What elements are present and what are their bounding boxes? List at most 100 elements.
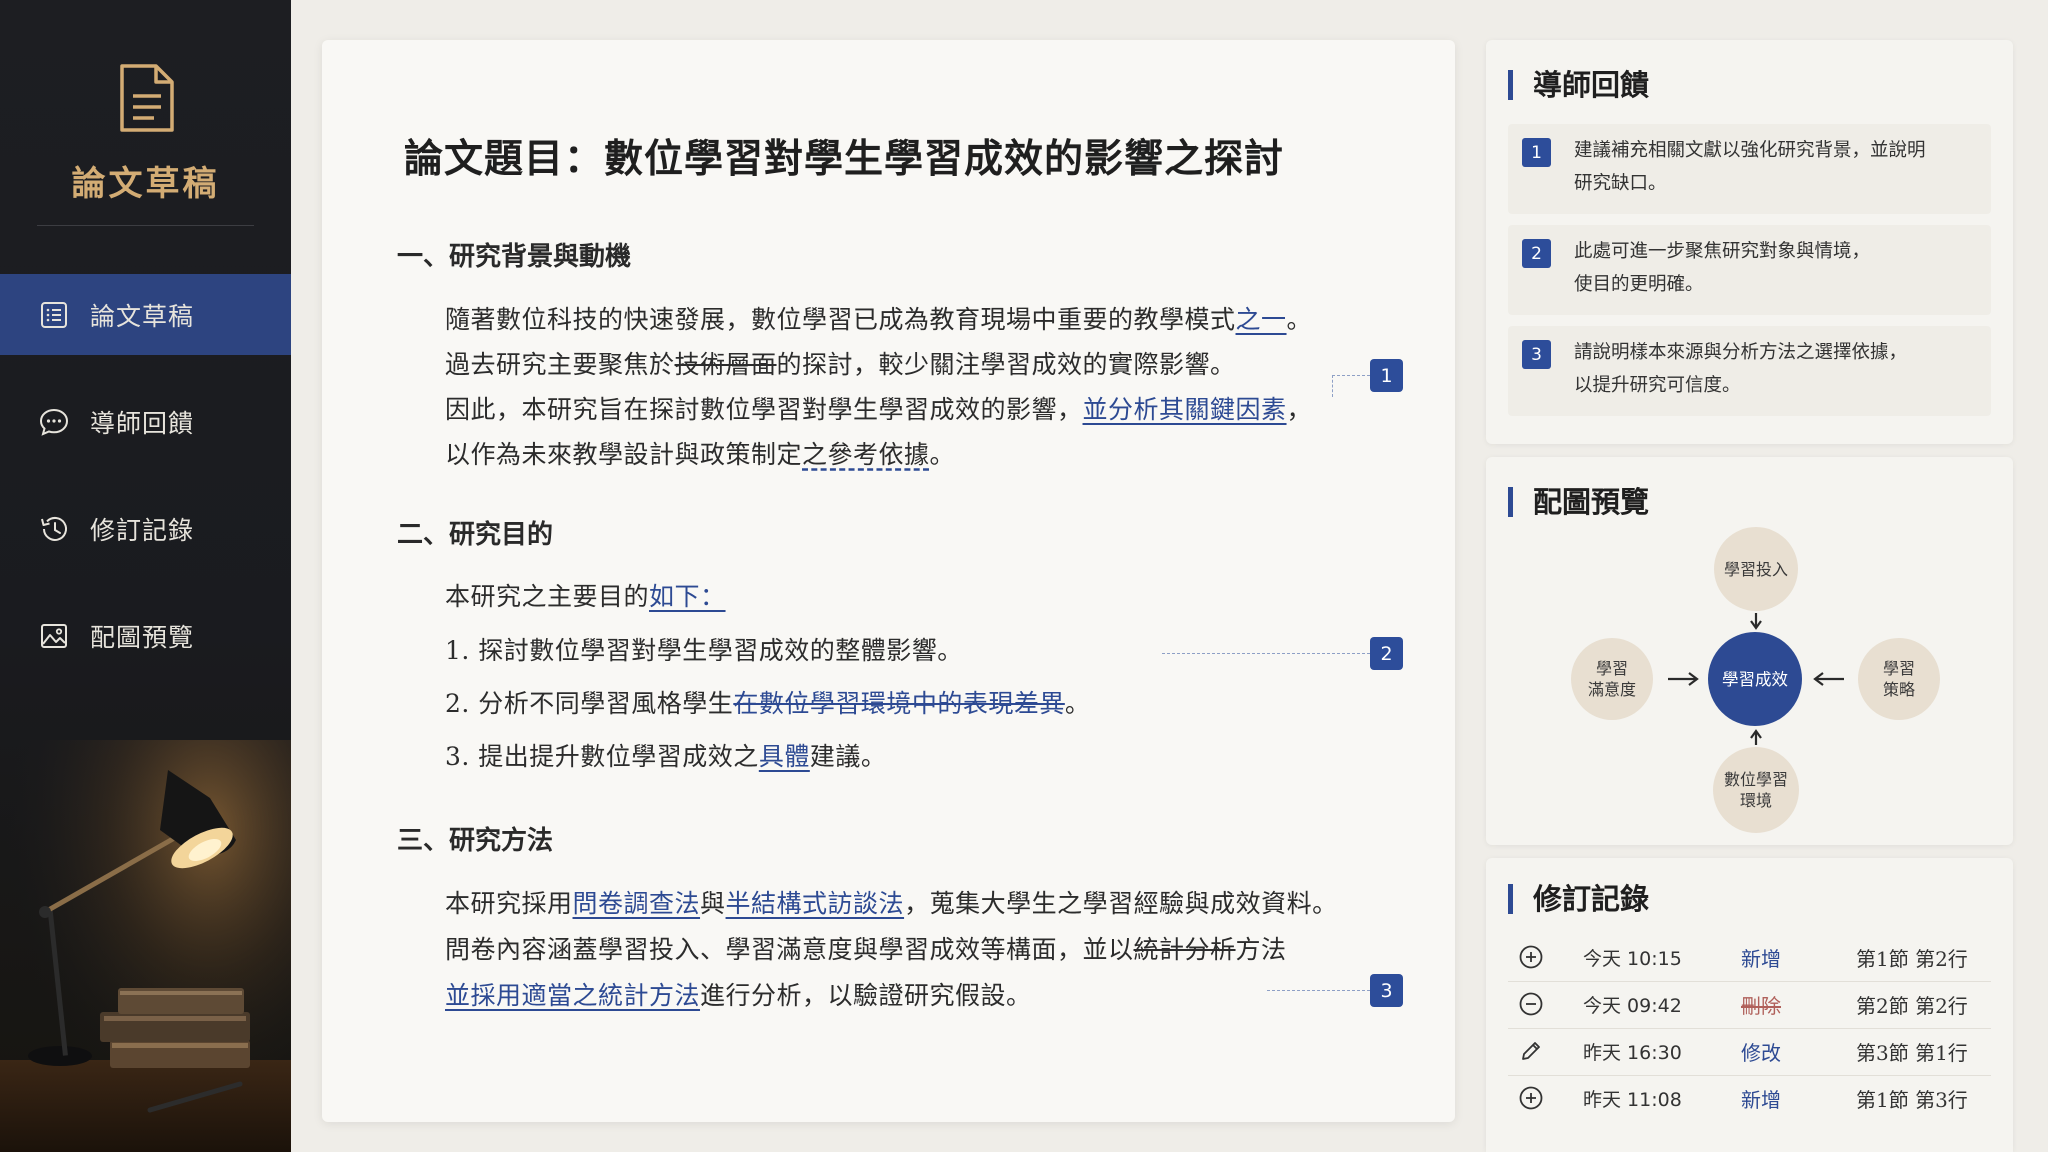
feedback-line: 研究缺口。 (1574, 173, 1667, 194)
revision-type: 新增 (1741, 1087, 1781, 1112)
sidebar: 論文草稿 論文草稿 導師回饋 修訂記錄 配圖預覽 (0, 0, 291, 1152)
inserted-text[interactable]: 如下： (649, 582, 726, 611)
inserted-text[interactable]: 問卷調查法 (573, 889, 701, 918)
comment-marker-2[interactable]: 2 (1370, 637, 1403, 670)
sidebar-item-label: 配圖預覽 (90, 622, 195, 652)
sidebar-item-feedback[interactable]: 導師回饋 (0, 381, 291, 462)
text-run: 本研究採用 (445, 889, 573, 918)
diagram-arrows (1668, 613, 1844, 745)
feedback-text: 建議補充相關文獻以強化研究背景，並說明 研究缺口。 (1574, 134, 1974, 200)
sidebar-item-history[interactable]: 修訂記錄 (0, 488, 291, 569)
text-run: 隨著數位科技的快速發展，數位學習已成為教育現場中重要的教學模式 (445, 305, 1236, 334)
text-run: 以作為未來教學設計與政策制定 (445, 440, 803, 469)
minus-circle-icon (1516, 989, 1546, 1019)
section-heading: 一、研究背景與動機 (397, 242, 632, 272)
revision-row[interactable]: 今天 09:42 刪除 第2節 第2行 (1508, 981, 1991, 1027)
feedback-line: 請說明樣本來源與分析方法之選擇依據， (1574, 342, 1908, 363)
feedback-number: 1 (1522, 138, 1551, 167)
text-run: 。 (1286, 305, 1313, 334)
revision-location: 第3節 第1行 (1856, 1040, 1968, 1065)
text-run: 方法 (1235, 935, 1287, 964)
comment-leader (1332, 375, 1333, 397)
image-icon (38, 620, 70, 652)
document-list-icon (38, 299, 70, 331)
paragraph-line[interactable]: 隨著數位科技的快速發展，數位學習已成為教育現場中重要的教學模式之一。 (445, 300, 1312, 336)
paragraph-line[interactable]: 過去研究主要聚焦於技術層面的探討，較少關注學習成效的實際影響。 (445, 345, 1236, 381)
document-page: 論文題目：數位學習對學生學習成效的影響之探討 一、研究背景與動機 隨著數位科技的… (322, 40, 1455, 1122)
text-run: 。 (929, 440, 956, 469)
panel-title: 導師回饋 (1508, 70, 1649, 100)
feedback-card[interactable]: 2 此處可進一步聚焦研究對象與情境， 使目的更明確。 (1508, 225, 1991, 315)
section-heading: 三、研究方法 (397, 826, 554, 856)
feedback-number: 2 (1522, 239, 1551, 268)
figure-preview-panel: 配圖預覽 學習投入 學習 滿意度 學習成效 學習 策略 數位學習 環境 (1486, 457, 2013, 845)
text-run: 過去研究主要聚焦於 (445, 350, 675, 379)
text-run: 本研究之主要目的 (445, 582, 650, 611)
revision-location: 第1節 第3行 (1856, 1087, 1968, 1112)
paragraph-line[interactable]: 因此，本研究旨在探討數位學習對學生學習成效的影響，並分析其關鍵因素， (445, 390, 1312, 426)
text-run: 建議。 (809, 742, 887, 771)
sidebar-item-label: 修訂記錄 (90, 515, 195, 545)
revision-type: 修改 (1741, 1040, 1781, 1065)
sidebar-item-label: 導師回饋 (90, 408, 195, 438)
paragraph-line[interactable]: 並採用適當之統計方法進行分析，以驗證研究假設。 (445, 976, 1032, 1012)
sidebar-item-draft[interactable]: 論文草稿 (0, 274, 291, 355)
inserted-text[interactable]: 具體 (759, 742, 810, 771)
text-run: 2. 分析不同學習風格學生 (445, 689, 734, 718)
history-icon (38, 513, 70, 545)
feedback-text: 此處可進一步聚焦研究對象與情境， 使目的更明確。 (1574, 235, 1974, 301)
revision-location: 第1節 第2行 (1856, 946, 1968, 971)
document-logo-icon (119, 64, 174, 132)
paragraph-line[interactable]: 本研究之主要目的如下： (445, 577, 726, 613)
revision-time: 今天 09:42 (1583, 994, 1682, 1017)
revision-time: 昨天 16:30 (1583, 1041, 1682, 1064)
paragraph-line[interactable]: 本研究採用問卷調查法與半結構式訪談法，蒐集大學生之學習經驗與成效資料。 (445, 884, 1338, 920)
inserted-text[interactable]: 並採用適當之統計方法 (445, 981, 700, 1010)
inserted-text[interactable]: 半結構式訪談法 (726, 889, 905, 918)
paragraph-line[interactable]: 以作為未來教學設計與政策制定之參考依據。 (445, 435, 955, 471)
feedback-text: 請說明樣本來源與分析方法之選擇依據， 以提升研究可信度。 (1574, 336, 1974, 402)
text-run: 問卷內容涵蓋學習投入、學習滿意度與學習成效等構面，並以 (445, 935, 1134, 964)
revision-row[interactable]: 昨天 16:30 修改 第3節 第1行 (1508, 1028, 1991, 1074)
brand: 論文草稿 (0, 62, 291, 205)
deleted-text[interactable]: 統計分析 (1134, 935, 1236, 964)
comment-leader (1332, 375, 1370, 376)
revision-time: 今天 10:15 (1583, 947, 1682, 970)
brand-title: 論文草稿 (71, 164, 220, 204)
comment-leader (1162, 653, 1370, 654)
list-item[interactable]: 2. 分析不同學習風格學生在數位學習環境中的表現差異。 (445, 684, 1090, 720)
paragraph-line[interactable]: 問卷內容涵蓋學習投入、學習滿意度與學習成效等構面，並以統計分析方法 (445, 930, 1287, 966)
chat-bubble-icon (38, 406, 70, 438)
sidebar-item-figures[interactable]: 配圖預覽 (0, 595, 291, 676)
deleted-text[interactable]: 技術層面 (675, 350, 777, 379)
feedback-card[interactable]: 3 請說明樣本來源與分析方法之選擇依據， 以提升研究可信度。 (1508, 326, 1991, 416)
comment-marker-1[interactable]: 1 (1370, 359, 1403, 392)
revision-row[interactable]: 今天 10:15 新增 第1節 第2行 (1508, 934, 1991, 980)
desk-lamp-illustration (0, 740, 291, 1152)
comment-marker-3[interactable]: 3 (1370, 974, 1403, 1007)
deleted-text[interactable]: 在數位學習環境中的表現差異 (733, 689, 1065, 718)
list-item[interactable]: 3. 提出提升數位學習成效之具體建議。 (445, 737, 886, 773)
text-run: ， (1286, 395, 1313, 424)
feedback-card[interactable]: 1 建議補充相關文獻以強化研究背景，並說明 研究缺口。 (1508, 124, 1991, 214)
sidebar-item-label: 論文草稿 (90, 301, 195, 331)
text-run: 。 (1064, 689, 1091, 718)
section-heading: 二、研究目的 (397, 520, 554, 550)
list-item[interactable]: 1. 探討數位學習對學生學習成效的整體影響。 (445, 631, 963, 667)
revision-time: 昨天 11:08 (1583, 1088, 1682, 1111)
page-title: 論文題目：數位學習對學生學習成效的影響之探討 (404, 136, 1285, 182)
text-run: 與 (700, 889, 726, 918)
inserted-text[interactable]: 並分析其關鍵因素 (1083, 395, 1287, 424)
revision-type: 刪除 (1741, 993, 1781, 1018)
inserted-text[interactable]: 之一 (1236, 305, 1287, 334)
revision-row[interactable]: 昨天 11:08 新增 第1節 第3行 (1508, 1075, 1991, 1121)
feedback-line: 建議補充相關文獻以強化研究背景，並說明 (1574, 140, 1926, 161)
revision-type: 新增 (1741, 946, 1781, 971)
plus-circle-icon (1516, 942, 1546, 972)
suggested-text[interactable]: 之參考依據 (802, 440, 930, 469)
text-run: 的探討，較少關注學習成效的實際影響。 (776, 350, 1236, 379)
revision-panel: 修訂記錄 今天 10:15 新增 第1節 第2行 今天 09:42 刪除 第2節… (1486, 858, 2013, 1152)
pencil-icon (1516, 1036, 1546, 1066)
feedback-line: 使目的更明確。 (1574, 274, 1704, 295)
panel-title: 修訂記錄 (1508, 884, 1649, 914)
